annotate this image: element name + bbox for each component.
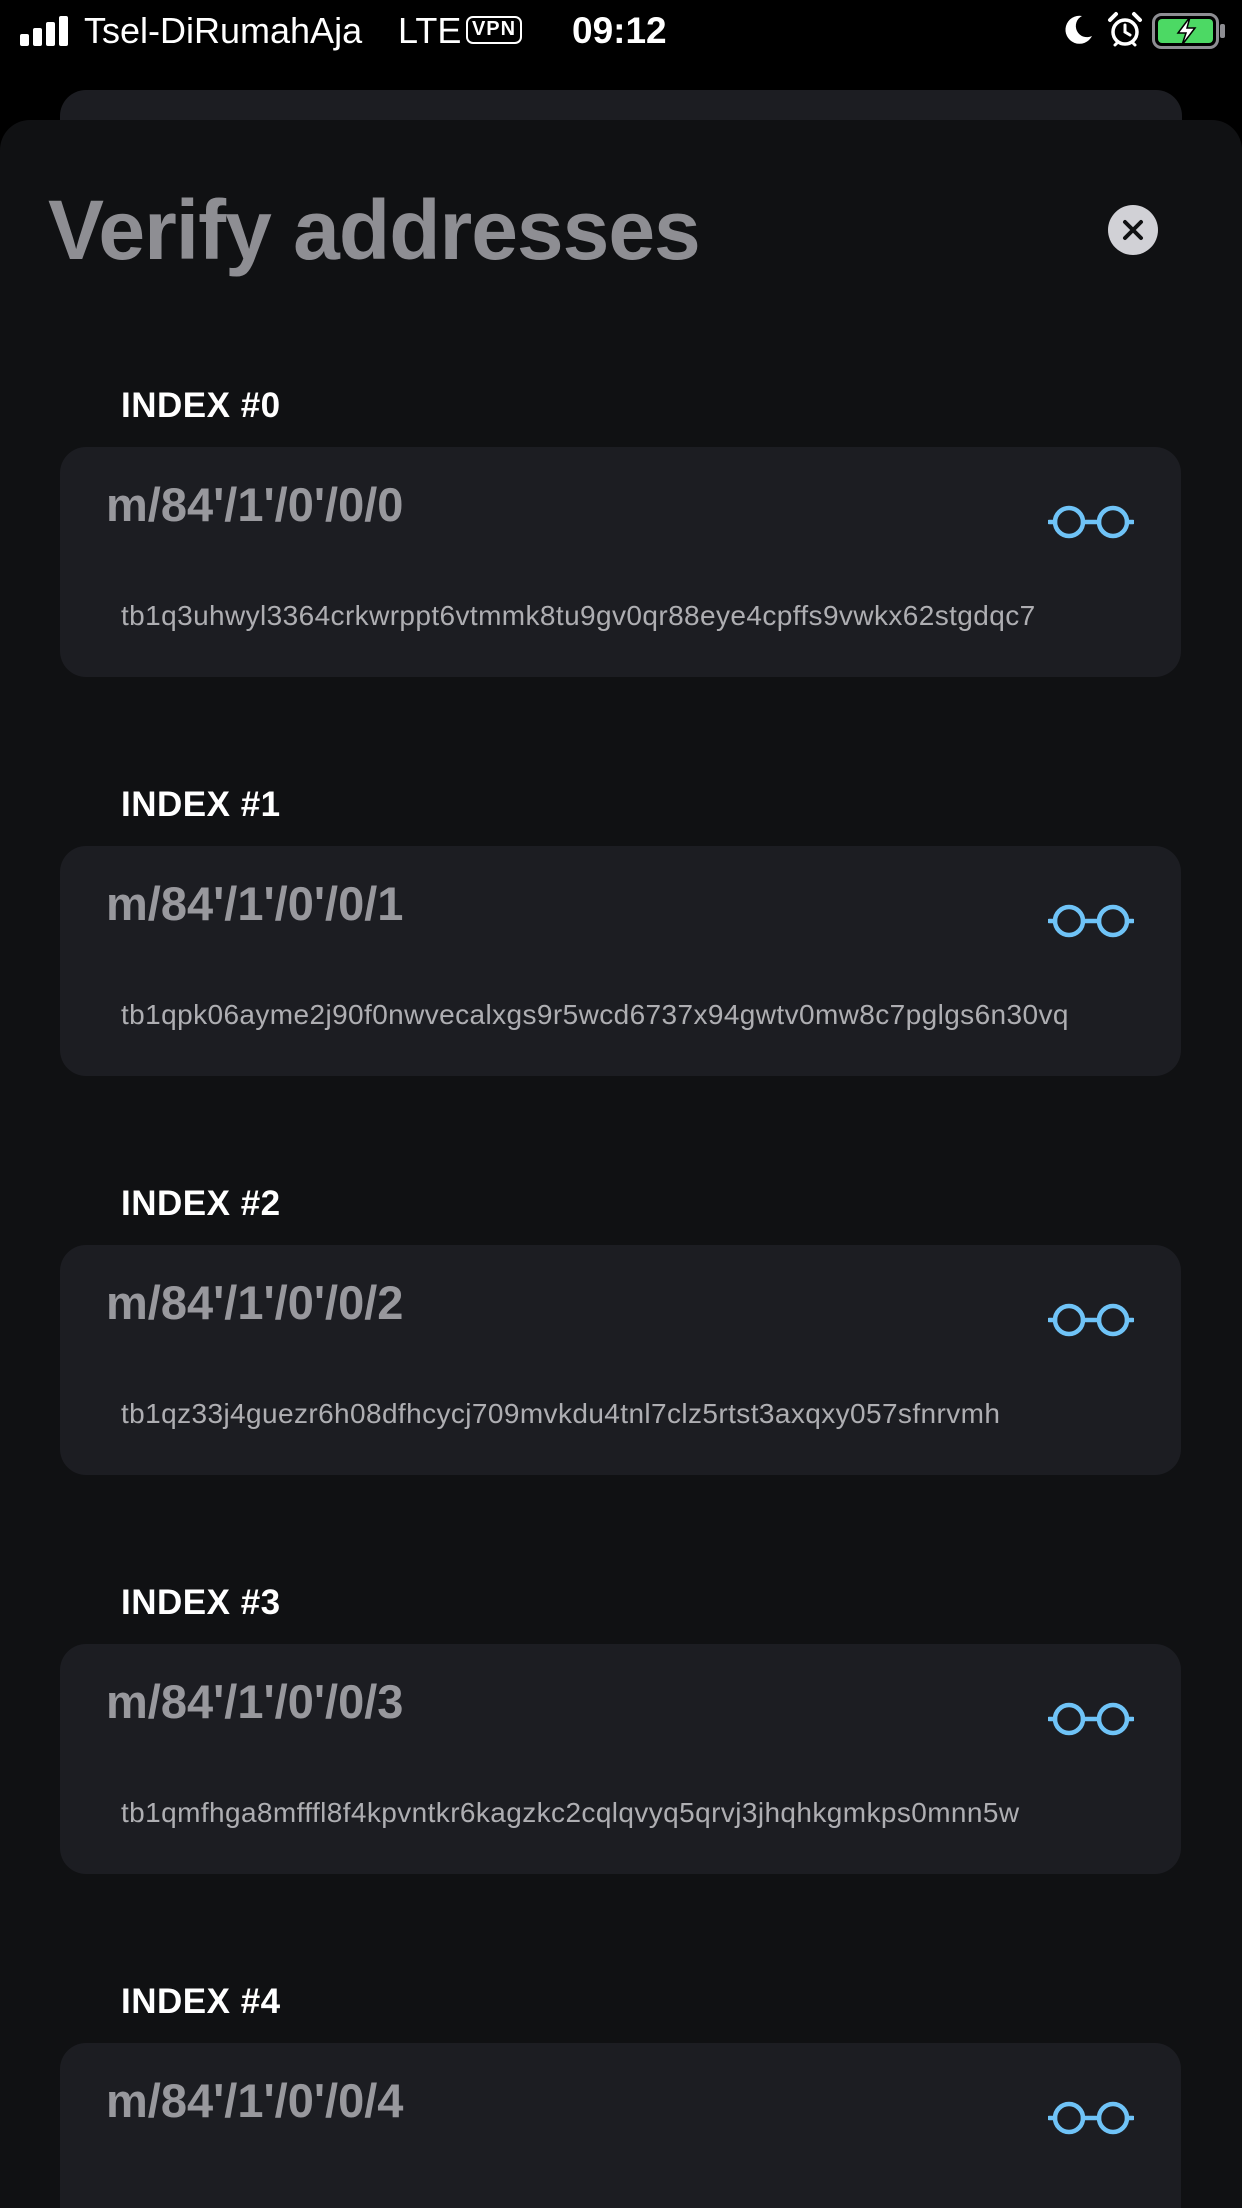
address-card[interactable]: m/84'/1'/0'/0/1 tb1qpk06ayme2j90f0nwveca… — [60, 846, 1181, 1076]
status-time: 09:12 — [572, 10, 667, 51]
network-type: LTE — [398, 10, 462, 51]
screen: Tsel-DiRumahAja LTE VPN 09:12 Verify add… — [0, 0, 1242, 2208]
address-card[interactable]: m/84'/1'/0'/0/4 — [60, 2043, 1181, 2208]
vpn-badge: VPN — [466, 16, 522, 44]
address-card[interactable]: m/84'/1'/0'/0/3 tb1qmfhga8mfffl8f4kpvntk… — [60, 1644, 1181, 1874]
moon-icon — [1065, 15, 1092, 44]
status-bar: Tsel-DiRumahAja LTE VPN 09:12 — [0, 0, 1242, 62]
index-label: INDEX #0 — [121, 386, 281, 425]
derivation-path: m/84'/1'/0'/0/3 — [106, 1675, 404, 1728]
address-value: tb1qz33j4guezr6h08dfhcycj709mvkdu4tnl7cl… — [121, 1398, 1001, 1429]
carrier-name: Tsel-DiRumahAja — [84, 10, 363, 51]
index-label: INDEX #3 — [121, 1583, 281, 1622]
glasses-icon[interactable] — [1048, 2097, 1134, 2139]
address-value: tb1q3uhwyl3364crkwrppt6vtmmk8tu9gv0qr88e… — [121, 600, 1036, 631]
page-title: Verify addresses — [48, 183, 701, 277]
close-icon — [1123, 220, 1143, 240]
close-button[interactable] — [1108, 205, 1158, 255]
derivation-path: m/84'/1'/0'/0/2 — [106, 1276, 404, 1329]
derivation-path: m/84'/1'/0'/0/4 — [106, 2074, 404, 2127]
index-label: INDEX #2 — [121, 1184, 281, 1223]
derivation-path: m/84'/1'/0'/0/0 — [106, 478, 404, 531]
alarm-icon — [1108, 12, 1142, 47]
index-label: INDEX #4 — [121, 1982, 281, 2021]
glasses-icon[interactable] — [1048, 900, 1134, 942]
derivation-path: m/84'/1'/0'/0/1 — [106, 877, 404, 930]
address-value: tb1qpk06ayme2j90f0nwvecalxgs9r5wcd6737x9… — [121, 999, 1069, 1030]
address-card[interactable]: m/84'/1'/0'/0/0 tb1q3uhwyl3364crkwrppt6v… — [60, 447, 1181, 677]
signal-icon — [20, 16, 72, 46]
glasses-icon[interactable] — [1048, 501, 1134, 543]
glasses-icon[interactable] — [1048, 1698, 1134, 1740]
glasses-icon[interactable] — [1048, 1299, 1134, 1341]
index-label: INDEX #1 — [121, 785, 281, 824]
battery-charging-icon — [1152, 13, 1225, 49]
address-value: tb1qmfhga8mfffl8f4kpvntkr6kagzkc2cqlqvyq… — [121, 1797, 1020, 1828]
verify-addresses-sheet — [0, 120, 1242, 2208]
address-card[interactable]: m/84'/1'/0'/0/2 tb1qz33j4guezr6h08dfhcyc… — [60, 1245, 1181, 1475]
